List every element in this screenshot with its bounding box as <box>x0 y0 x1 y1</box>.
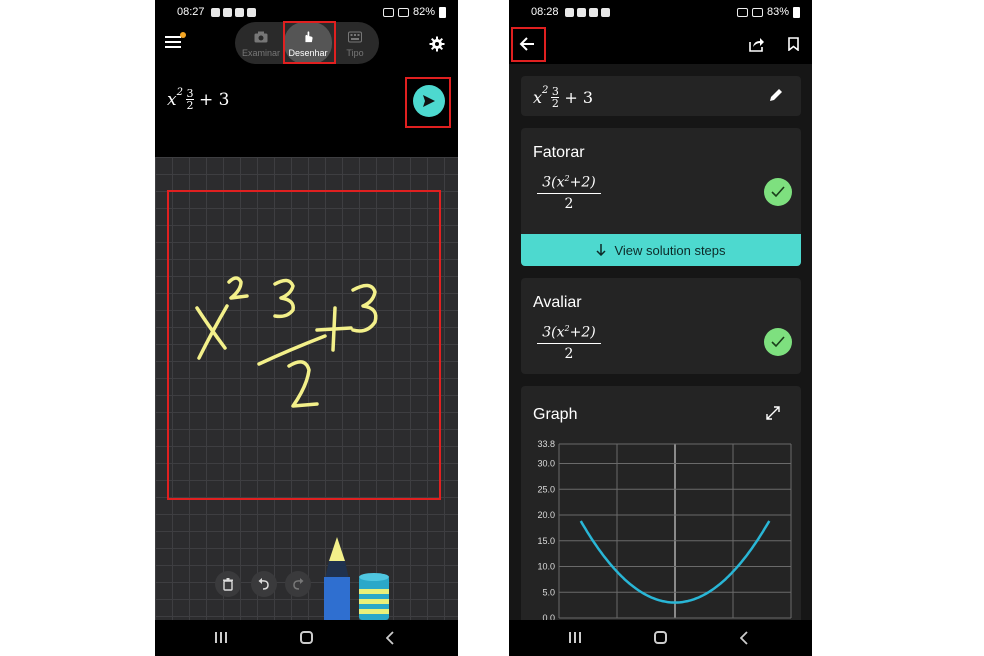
eraser-tool-icon[interactable] <box>358 572 390 620</box>
undo-button[interactable] <box>251 571 277 597</box>
android-nav-bar <box>509 620 812 656</box>
avaliar-card: Avaliar 3(x2+2) 2 <box>521 278 801 374</box>
result-numerator: 3(x2+2) <box>542 324 596 341</box>
avaliar-result: 3(x2+2) 2 <box>537 324 601 362</box>
home-icon[interactable] <box>300 631 313 644</box>
expr-tail: + 3 <box>564 88 594 107</box>
y-tick-label: 5.0 <box>542 587 555 597</box>
battery-percent: 83% <box>766 6 789 18</box>
expr-exponent: 2 <box>542 85 549 96</box>
y-tick-label: 20.0 <box>537 510 555 520</box>
arrow-down-icon <box>596 244 606 256</box>
notification-icons <box>210 7 256 17</box>
signal-icon <box>751 7 763 17</box>
result-denominator: 2 <box>564 345 574 362</box>
signal-icon <box>397 7 409 17</box>
highlight-back <box>511 27 546 62</box>
alarm-icon <box>736 7 748 17</box>
y-tick-label: 10.0 <box>537 562 555 572</box>
redo-icon <box>293 578 304 590</box>
hamburger-menu-icon[interactable] <box>165 36 181 50</box>
battery-icon <box>793 6 800 18</box>
check-icon <box>764 178 792 206</box>
expr-base: x <box>167 89 177 110</box>
undo-icon <box>258 578 269 590</box>
status-bar: 08:28 83% <box>509 0 812 24</box>
bookmark-icon[interactable] <box>788 37 799 51</box>
problem-expression: x 2 3 2 + 3 <box>533 85 594 110</box>
graph-card: 33.8 30.0 25.0 20.0 15.0 10.0 5.0 0.0 Graph <box>521 386 801 626</box>
recognized-expression: x 2 3 2 + 3 <box>167 87 230 112</box>
y-tick-label: 25.0 <box>537 484 555 494</box>
fatorar-card: Fatorar 3(x2+2) 2 View solution steps <box>521 128 801 266</box>
expr-tail: + 3 <box>198 89 230 110</box>
check-icon <box>764 328 792 356</box>
notification-icons <box>564 7 610 17</box>
home-icon[interactable] <box>654 631 667 644</box>
y-tick-label: 15.0 <box>537 536 555 546</box>
expr-fraction: 3 2 <box>185 87 194 112</box>
mode-tipo-button[interactable]: Tipo <box>331 22 379 64</box>
left-phone-screen: 08:27 82% Examinar Desenhar Tipo x 2 3 2… <box>155 0 458 656</box>
android-nav-bar <box>155 620 458 656</box>
handwritten-ink <box>195 276 378 408</box>
redo-button[interactable] <box>285 571 311 597</box>
mode-examinar-button[interactable]: Examinar <box>237 22 285 64</box>
right-phone-screen: 08:28 83% x 2 3 2 + 3 Fatorar 3(x2+2) 2 … <box>509 0 812 656</box>
card-title: Graph <box>533 406 578 423</box>
trash-icon <box>223 578 233 591</box>
notification-dot <box>180 32 186 38</box>
clear-button[interactable] <box>215 571 241 597</box>
expression-card[interactable]: x 2 3 2 + 3 <box>521 76 801 116</box>
share-icon[interactable] <box>749 36 765 52</box>
frac-den: 2 <box>551 97 559 110</box>
alarm-icon <box>382 7 394 17</box>
status-time: 08:28 <box>531 6 559 18</box>
pencil-edit-icon[interactable] <box>769 88 783 102</box>
card-title: Fatorar <box>533 144 585 161</box>
gear-icon[interactable] <box>429 36 445 52</box>
system-indicators: 83% <box>736 6 800 18</box>
pen-tool-icon[interactable] <box>321 535 353 621</box>
expr-fraction: 3 2 <box>551 85 560 110</box>
camera-icon <box>254 31 268 43</box>
frac-num: 3 <box>186 87 194 100</box>
back-nav-icon[interactable] <box>740 631 748 645</box>
y-tick-label: 33.8 <box>537 439 555 449</box>
result-denominator: 2 <box>564 195 574 212</box>
keyboard-icon <box>348 31 362 43</box>
recent-apps-icon[interactable] <box>569 632 581 643</box>
expr-exponent: 2 <box>176 87 183 98</box>
frac-num: 3 <box>551 85 559 98</box>
recent-apps-icon[interactable] <box>215 632 227 643</box>
frac-den: 2 <box>186 99 194 112</box>
expr-base: x <box>533 88 543 107</box>
y-tick-label: 30.0 <box>537 459 555 469</box>
mode-label: Tipo <box>346 48 364 58</box>
steps-label: View solution steps <box>614 242 726 258</box>
battery-icon <box>439 6 446 18</box>
battery-percent: 82% <box>412 6 435 18</box>
expand-icon[interactable] <box>766 406 780 420</box>
status-time: 08:27 <box>177 6 205 18</box>
result-numerator: 3(x2+2) <box>542 174 596 191</box>
highlight-send <box>405 77 451 128</box>
highlight-desenhar <box>283 21 336 64</box>
system-indicators: 82% <box>382 6 446 18</box>
card-title: Avaliar <box>533 294 582 311</box>
back-nav-icon[interactable] <box>386 631 394 645</box>
mode-label: Examinar <box>241 48 280 58</box>
view-solution-steps-button[interactable]: View solution steps <box>521 234 801 266</box>
fatorar-result: 3(x2+2) 2 <box>537 174 601 212</box>
